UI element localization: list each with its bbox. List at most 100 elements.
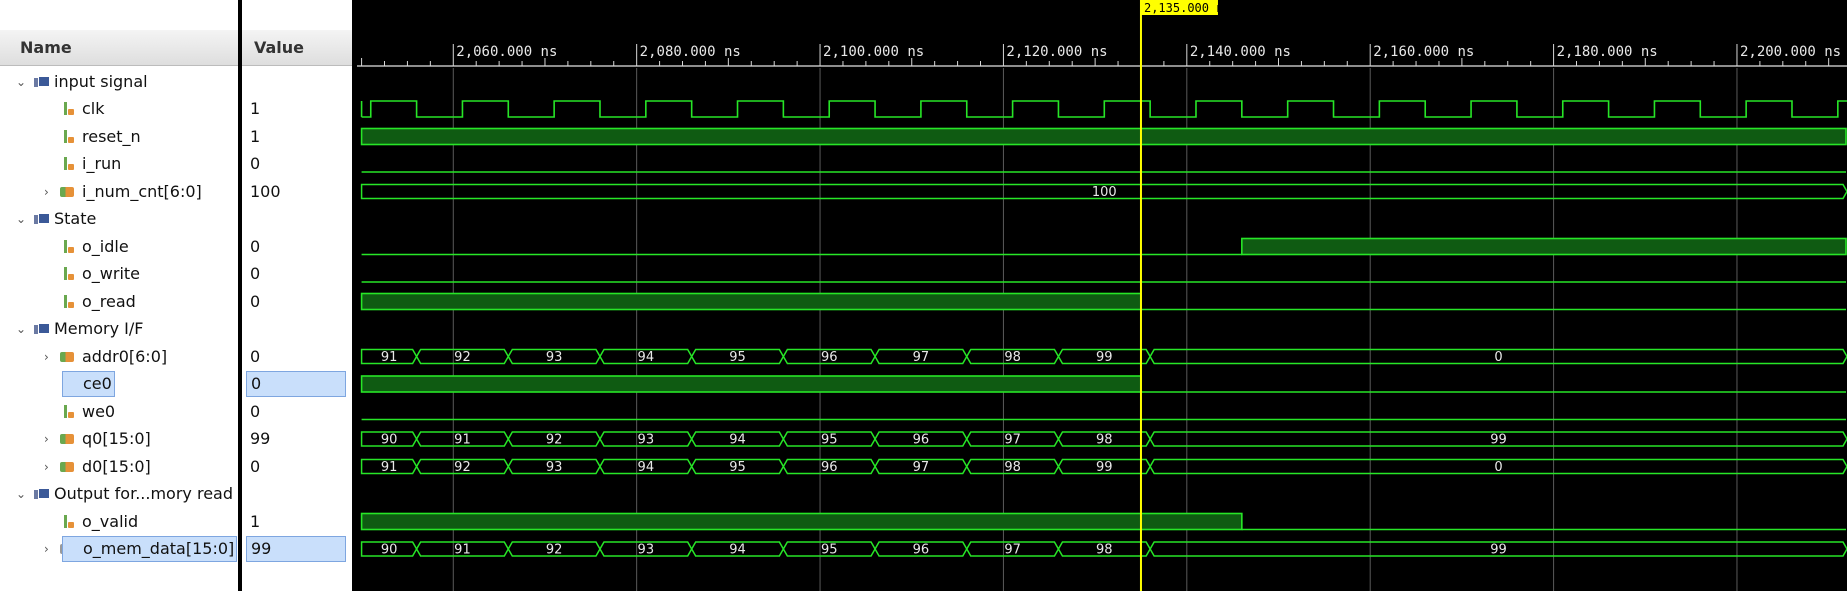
signal-value[interactable]: 0 — [242, 399, 352, 425]
value-column: Value 1 1 0 100 0 0 0 0 0 0 99 0 1 99 — [242, 0, 352, 591]
signal-row[interactable]: › o_mem_data[15:0] — [0, 536, 238, 562]
wave-o-read[interactable] — [360, 292, 1846, 311]
group-row[interactable]: ⌄ State — [0, 206, 238, 232]
signal-row[interactable]: o_valid — [0, 509, 238, 535]
chevron-down-icon[interactable]: ⌄ — [16, 488, 26, 500]
bus-value-label: 95 — [729, 460, 746, 475]
signal-name: o_idle — [82, 236, 129, 256]
bus-value-label: 94 — [638, 350, 655, 365]
bus-value-label: 100 — [1092, 185, 1117, 200]
signal-row[interactable]: o_read — [0, 289, 238, 315]
signal-row[interactable]: › addr0[6:0] — [0, 344, 238, 370]
bus-icon — [60, 185, 76, 199]
group-row[interactable]: ⌄ Output for...mory read — [0, 481, 238, 507]
time-ruler[interactable]: 2,060.000 ns 2,080.000 ns 2,100.000 ns 2,12… — [357, 44, 1847, 67]
ruler-label: 2,080.000 ns — [640, 44, 741, 60]
signal-bit-icon — [62, 294, 74, 310]
signal-value[interactable]: 0 — [242, 289, 352, 315]
chevron-right-icon[interactable]: › — [44, 351, 54, 363]
chevron-down-icon[interactable]: ⌄ — [16, 323, 26, 335]
wave-reset-n[interactable] — [360, 127, 1847, 146]
chevron-right-icon[interactable]: › — [44, 461, 54, 473]
signal-name: i_num_cnt[6:0] — [82, 181, 202, 201]
bus-value-label: 92 — [546, 433, 563, 448]
bus-value-label: 90 — [381, 433, 398, 448]
wave-o-valid[interactable] — [360, 512, 1846, 531]
signal-row[interactable]: i_run — [0, 151, 238, 177]
bus-value-label: 98 — [1096, 543, 1113, 558]
bus-value-label: 94 — [638, 460, 655, 475]
signal-value[interactable]: 1 — [242, 124, 352, 150]
bus-value-label: 93 — [638, 433, 655, 448]
ruler-label: 2,160.000 ns — [1373, 44, 1474, 60]
signal-bit-icon — [62, 266, 74, 282]
signal-bit-icon — [62, 129, 74, 145]
time-cursor[interactable]: 2,135.000 ns — [1139, 0, 1231, 591]
chevron-right-icon[interactable]: › — [44, 433, 54, 445]
signal-name: o_write — [82, 264, 141, 283]
signal-value[interactable]: 1 — [242, 509, 352, 535]
signal-row[interactable]: clk — [0, 96, 238, 122]
signal-value[interactable]: 0 — [242, 151, 352, 177]
wave-i-num-cnt[interactable]: 100 — [360, 183, 1847, 201]
bus-value-label: 91 — [454, 433, 471, 448]
signal-name: q0[15:0] — [82, 429, 151, 448]
chevron-right-icon[interactable]: › — [44, 186, 54, 198]
bus-value-label: 0 — [1494, 350, 1502, 365]
wave-q0[interactable]: 90 91 92 93 94 95 96 97 98 99 — [360, 431, 1847, 448]
signal-name: i_run — [82, 154, 122, 173]
bus-value-label: 93 — [546, 350, 563, 365]
wave-d0[interactable]: 91 92 93 94 95 96 97 98 99 0 — [360, 458, 1847, 476]
signal-value[interactable]: 1 — [242, 96, 352, 122]
signal-bit-icon — [62, 101, 74, 117]
bus-value-label: 99 — [1096, 350, 1113, 365]
signal-row[interactable]: › d0[15:0] — [0, 454, 238, 480]
signal-value[interactable]: 100 — [242, 179, 352, 205]
signal-value[interactable]: 0 — [246, 371, 346, 397]
signal-value[interactable]: 0 — [242, 261, 352, 287]
group-icon — [34, 323, 50, 335]
wave-o-idle[interactable] — [361, 237, 1847, 256]
level-high — [360, 512, 1243, 531]
waveform-canvas[interactable]: 2,060.000 ns 2,080.000 ns 2,100.000 ns 2,12… — [357, 0, 1847, 591]
ruler-label: 2,100.000 ns — [823, 44, 924, 60]
cursor-time-label: 2,135.000 ns — [1144, 1, 1231, 15]
signal-bit-icon — [62, 514, 74, 530]
signal-row[interactable]: we0 — [0, 399, 238, 425]
signal-row[interactable]: o_idle — [0, 234, 238, 260]
wave-clk[interactable] — [360, 100, 1847, 118]
ruler-label: 2,180.000 ns — [1557, 44, 1658, 60]
bus-value-label: 99 — [1096, 460, 1113, 475]
bus-value-label: 92 — [454, 350, 471, 365]
signal-row[interactable]: ce0 — [0, 371, 238, 397]
signal-value[interactable]: 0 — [242, 234, 352, 260]
signal-row[interactable]: › q0[15:0] — [0, 426, 238, 452]
bus-value-label: 95 — [821, 433, 838, 448]
group-row[interactable]: ⌄ Memory I/F — [0, 316, 238, 342]
chevron-right-icon[interactable]: › — [44, 543, 54, 555]
bus-value-label: 91 — [381, 350, 398, 365]
chevron-down-icon[interactable]: ⌄ — [16, 213, 26, 225]
signal-value[interactable]: 0 — [242, 454, 352, 480]
signal-name: o_valid — [82, 511, 139, 531]
bus-value-label: 97 — [1004, 433, 1021, 448]
signal-row[interactable]: reset_n — [0, 124, 238, 150]
signal-value[interactable]: 0 — [242, 344, 352, 370]
group-row[interactable]: ⌄ input signal — [0, 69, 238, 95]
signal-row[interactable]: › i_num_cnt[6:0] — [0, 179, 238, 205]
wave-addr0[interactable]: 91 92 93 94 95 96 97 98 99 0 — [360, 348, 1847, 366]
wave-o-mem-data[interactable]: 90 91 92 93 94 95 96 97 98 99 — [360, 541, 1847, 558]
signal-value[interactable]: 99 — [242, 426, 352, 452]
wave-ce0[interactable] — [360, 375, 1846, 393]
chevron-down-icon[interactable]: ⌄ — [16, 76, 26, 88]
signal-value[interactable]: 99 — [246, 536, 346, 562]
value-column-header[interactable]: Value — [242, 30, 352, 66]
bus-value-label: 95 — [729, 350, 746, 365]
name-column-header[interactable]: Name — [0, 30, 238, 66]
signal-name: reset_n — [82, 126, 141, 146]
signal-name: clk — [82, 99, 105, 118]
signal-row[interactable]: o_write — [0, 261, 238, 287]
signal-name: addr0[6:0] — [82, 346, 168, 366]
bus-value-label: 94 — [729, 543, 746, 558]
bus-value-label: 96 — [821, 460, 838, 475]
